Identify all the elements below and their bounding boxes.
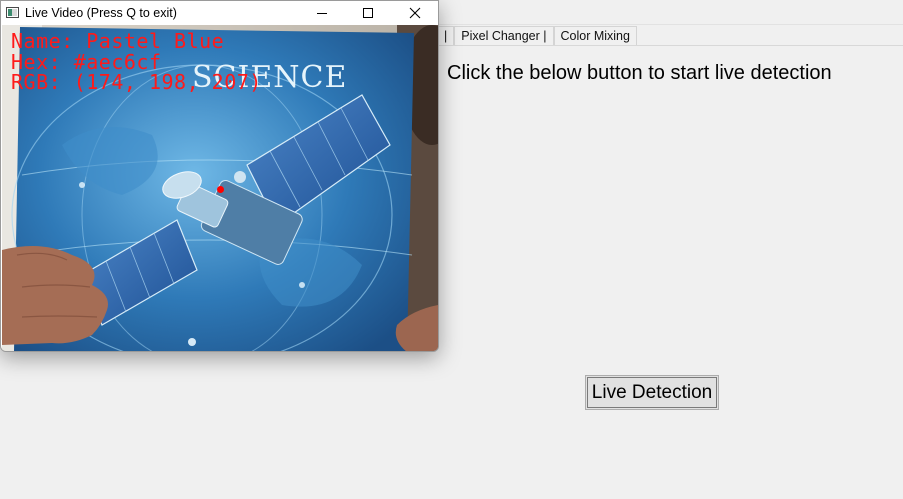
tab-color-mixing[interactable]: Color Mixing	[553, 26, 637, 45]
maximize-button[interactable]	[345, 1, 391, 25]
minimize-icon	[317, 13, 327, 14]
maximize-icon	[363, 8, 373, 18]
tab-underline	[437, 45, 903, 46]
close-button[interactable]	[392, 1, 438, 25]
app-icon	[6, 7, 19, 18]
detected-color-hex: Hex: #aec6cf	[11, 50, 162, 74]
tab-bar: | Pixel Changer | Color Mixing	[437, 26, 637, 45]
tab-pixel-changer[interactable]: Pixel Changer |	[454, 26, 554, 45]
target-point-marker	[217, 186, 224, 193]
detected-color-rgb: RGB: (174, 198, 207)	[11, 70, 262, 94]
window-title: Live Video (Press Q to exit)	[25, 6, 177, 20]
live-detection-button[interactable]: Live Detection	[585, 375, 719, 410]
instruction-text: Click the below button to start live det…	[447, 62, 832, 84]
tab-previous[interactable]: |	[437, 26, 455, 45]
window-titlebar[interactable]: Live Video (Press Q to exit)	[1, 1, 438, 25]
detected-color-name: Name: Pastel Blue	[11, 29, 225, 53]
close-icon	[409, 7, 421, 19]
minimize-button[interactable]	[299, 1, 345, 25]
live-video-window: Live Video (Press Q to exit) SCIENCE Nam…	[0, 0, 439, 352]
